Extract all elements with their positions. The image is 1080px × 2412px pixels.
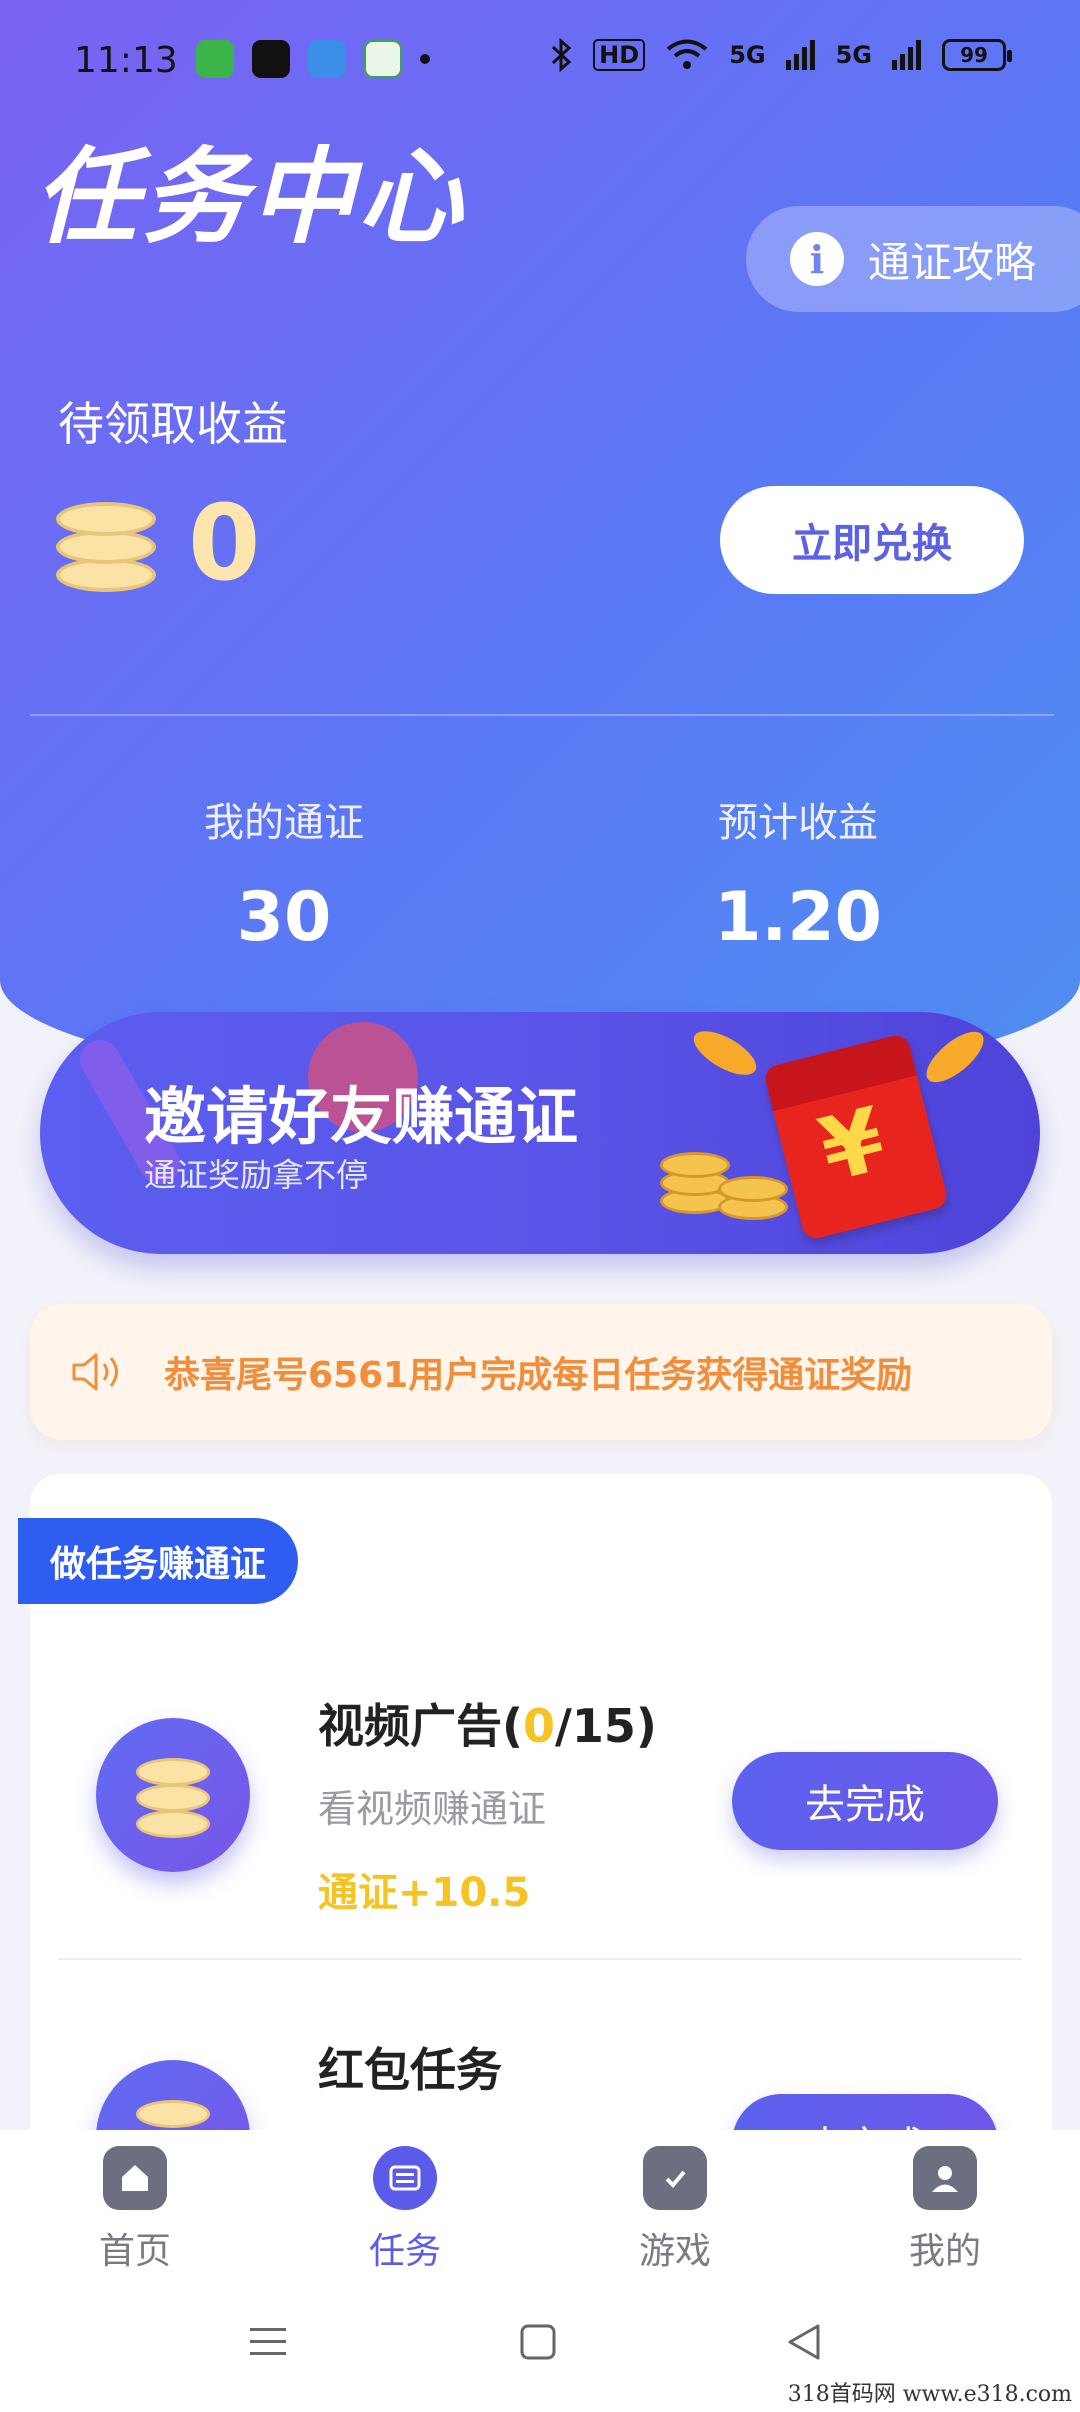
guide-label: 通证攻略 (868, 237, 1037, 287)
divider (30, 714, 1054, 716)
nav-item-games[interactable]: 游戏 (600, 2146, 750, 2274)
coin-stack-icon (56, 498, 160, 598)
task-section-tag: 做任务赚通证 (18, 1518, 299, 1604)
profile-icon (913, 2146, 977, 2210)
info-icon: i (790, 232, 844, 286)
task-coin-icon (96, 1718, 250, 1872)
status-bar: 11:13 HD 5G 5G 99 (0, 0, 1080, 120)
pending-earnings-value: 0 (188, 482, 261, 604)
signal-icon (892, 40, 921, 70)
task-description: 看视频赚通证 (318, 1787, 547, 1831)
stat-label: 我的通证 (204, 800, 364, 846)
decorative-shape (687, 1022, 763, 1084)
watermark: 318首码网 www.e318.com (787, 2382, 1072, 2407)
home-icon (103, 2146, 167, 2210)
signal-5g-label: 5G (729, 41, 766, 69)
task-name: 红包任务 (318, 2043, 502, 2097)
task-progress-total: /15) (555, 1699, 657, 1753)
bluetooth-icon (552, 38, 572, 72)
stat-value: 1.20 (714, 878, 882, 957)
decorative-shape (918, 1023, 992, 1091)
pending-earnings-label: 待领取收益 (58, 397, 288, 451)
stat-label: 预计收益 (718, 800, 878, 846)
task-complete-button[interactable]: 去完成 (732, 1752, 998, 1850)
status-indicators: HD 5G 5G 99 (551, 38, 1012, 72)
task-name: 视频广告 (318, 1699, 502, 1753)
wifi-icon (666, 39, 708, 69)
nav-item-home[interactable]: 首页 (60, 2146, 210, 2274)
invite-friends-banner[interactable]: 邀请好友赚通证 通证奖励拿不停 ¥ (40, 1012, 1040, 1254)
hd-badge: HD (593, 39, 646, 71)
task-reward: 通证+10.5 (318, 1870, 531, 1916)
task-title: 视频广告(0/15) (318, 1690, 657, 1756)
stat-expected-earnings: 预计收益 1.20 (648, 790, 948, 957)
menu-icon[interactable] (248, 2322, 288, 2362)
redeem-button[interactable]: 立即兑换 (720, 486, 1024, 594)
nav-label: 游戏 (638, 2231, 711, 2272)
invite-title: 邀请好友赚通证 (144, 1080, 579, 1153)
task-progress-open: ( (502, 1699, 524, 1753)
nav-item-profile[interactable]: 我的 (870, 2146, 1020, 2274)
notice-bar: 恭喜尾号6561用户完成每日任务获得通证奖励 (30, 1304, 1052, 1440)
message-app-icon (196, 40, 234, 78)
task-progress-done: 0 (523, 1699, 556, 1753)
nav-item-tasks[interactable]: 任务 (330, 2146, 480, 2274)
back-icon[interactable] (784, 2322, 824, 2362)
battery-icon: 99 (942, 39, 1012, 71)
battery-level: 99 (960, 43, 988, 67)
speaker-icon (72, 1353, 118, 1391)
page-title: 任务中心 (34, 136, 467, 258)
notice-text: 恭喜尾号6561用户完成每日任务获得通证奖励 (164, 1355, 913, 1396)
yuan-symbol: ¥ (810, 1087, 895, 1202)
more-notifications-icon (420, 54, 430, 64)
signal-5g-label-2: 5G (835, 41, 872, 69)
browser-app-icon (308, 40, 346, 78)
nav-label: 首页 (98, 2231, 171, 2272)
nav-label: 我的 (908, 2231, 981, 2272)
video-app-icon (364, 40, 402, 78)
home-button-icon[interactable] (518, 2322, 558, 2362)
nav-label: 任务 (368, 2231, 441, 2272)
notification-icons (196, 40, 430, 78)
invite-subtitle: 通证奖励拿不停 (144, 1156, 369, 1194)
guide-button[interactable]: i 通证攻略 (746, 206, 1080, 312)
tiktok-icon (252, 40, 290, 78)
status-time: 11:13 (74, 40, 178, 81)
stat-my-tokens: 我的通证 30 (134, 790, 434, 957)
signal-icon (785, 40, 815, 70)
divider (58, 1958, 1022, 1960)
stat-value: 30 (236, 878, 332, 957)
games-icon (643, 2146, 707, 2210)
tasks-icon (373, 2146, 437, 2210)
